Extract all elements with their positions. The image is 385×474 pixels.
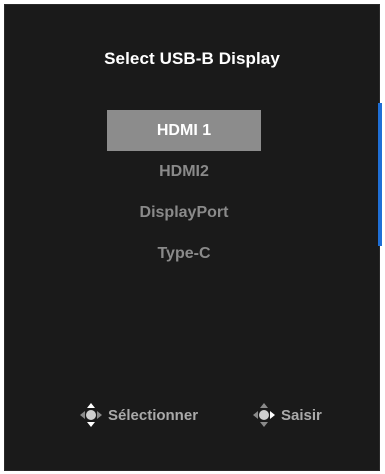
scrollbar[interactable] xyxy=(378,103,382,246)
enter-hint-label: Saisir xyxy=(281,406,322,424)
option-hdmi1[interactable]: HDMI 1 xyxy=(107,110,261,151)
joystick-right-icon xyxy=(253,403,275,427)
menu-title: Select USB-B Display xyxy=(104,49,280,68)
osd-menu-panel: Select USB-B Display HDMI 1 HDMI2 Displa… xyxy=(4,4,382,471)
option-type-c[interactable]: Type-C xyxy=(107,233,261,274)
enter-hint: Saisir xyxy=(252,400,322,430)
select-hint: Sélectionner xyxy=(79,400,198,430)
joystick-updown-icon xyxy=(80,403,102,427)
option-hdmi2[interactable]: HDMI2 xyxy=(107,151,261,192)
select-hint-label: Sélectionner xyxy=(108,406,199,424)
control-hint-bar: Sélectionner Saisir xyxy=(5,400,379,430)
option-displayport[interactable]: DisplayPort xyxy=(107,192,261,233)
display-option-list: HDMI 1 HDMI2 DisplayPort Type-C xyxy=(107,110,261,274)
